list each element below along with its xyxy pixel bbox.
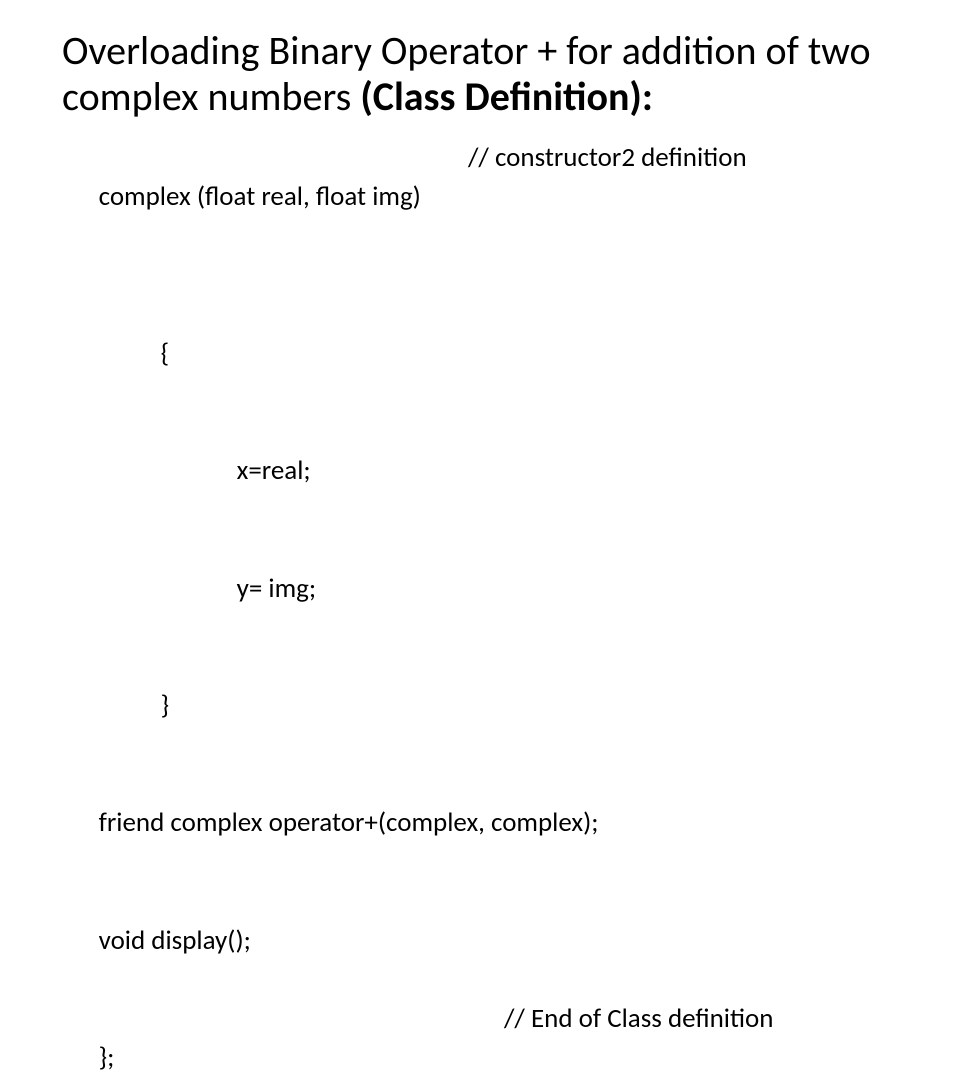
code-text: x=real; — [237, 454, 311, 487]
code-line: } — [62, 647, 898, 764]
code-text: }; — [99, 1041, 115, 1074]
slide-title: Overloading Binary Operator + for additi… — [62, 28, 898, 120]
code-line: void display(); — [62, 882, 898, 999]
code-comment: // End of Class definition — [504, 999, 773, 1038]
code-line: y= img; — [62, 529, 898, 646]
code-line: }; // End of Class definition — [62, 999, 898, 1080]
code-line: { — [62, 295, 898, 412]
code-text: friend complex operator+(complex, comple… — [99, 806, 599, 839]
code-text: { — [161, 337, 170, 370]
slide: Overloading Binary Operator + for additi… — [0, 0, 960, 540]
code-text: complex (float real, float img) — [99, 180, 421, 213]
code-text: void display(); — [99, 924, 251, 957]
code-line: x=real; — [62, 412, 898, 529]
code-text: y= img; — [237, 572, 316, 605]
code-block: complex (float real, float img) // const… — [62, 138, 898, 1080]
title-emphasis: (Class Definition): — [360, 72, 653, 121]
code-line: complex (float real, float img) // const… — [62, 138, 898, 295]
code-line: friend complex operator+(complex, comple… — [62, 764, 898, 881]
code-text: } — [161, 689, 170, 722]
code-comment: // constructor2 definition — [468, 138, 747, 177]
